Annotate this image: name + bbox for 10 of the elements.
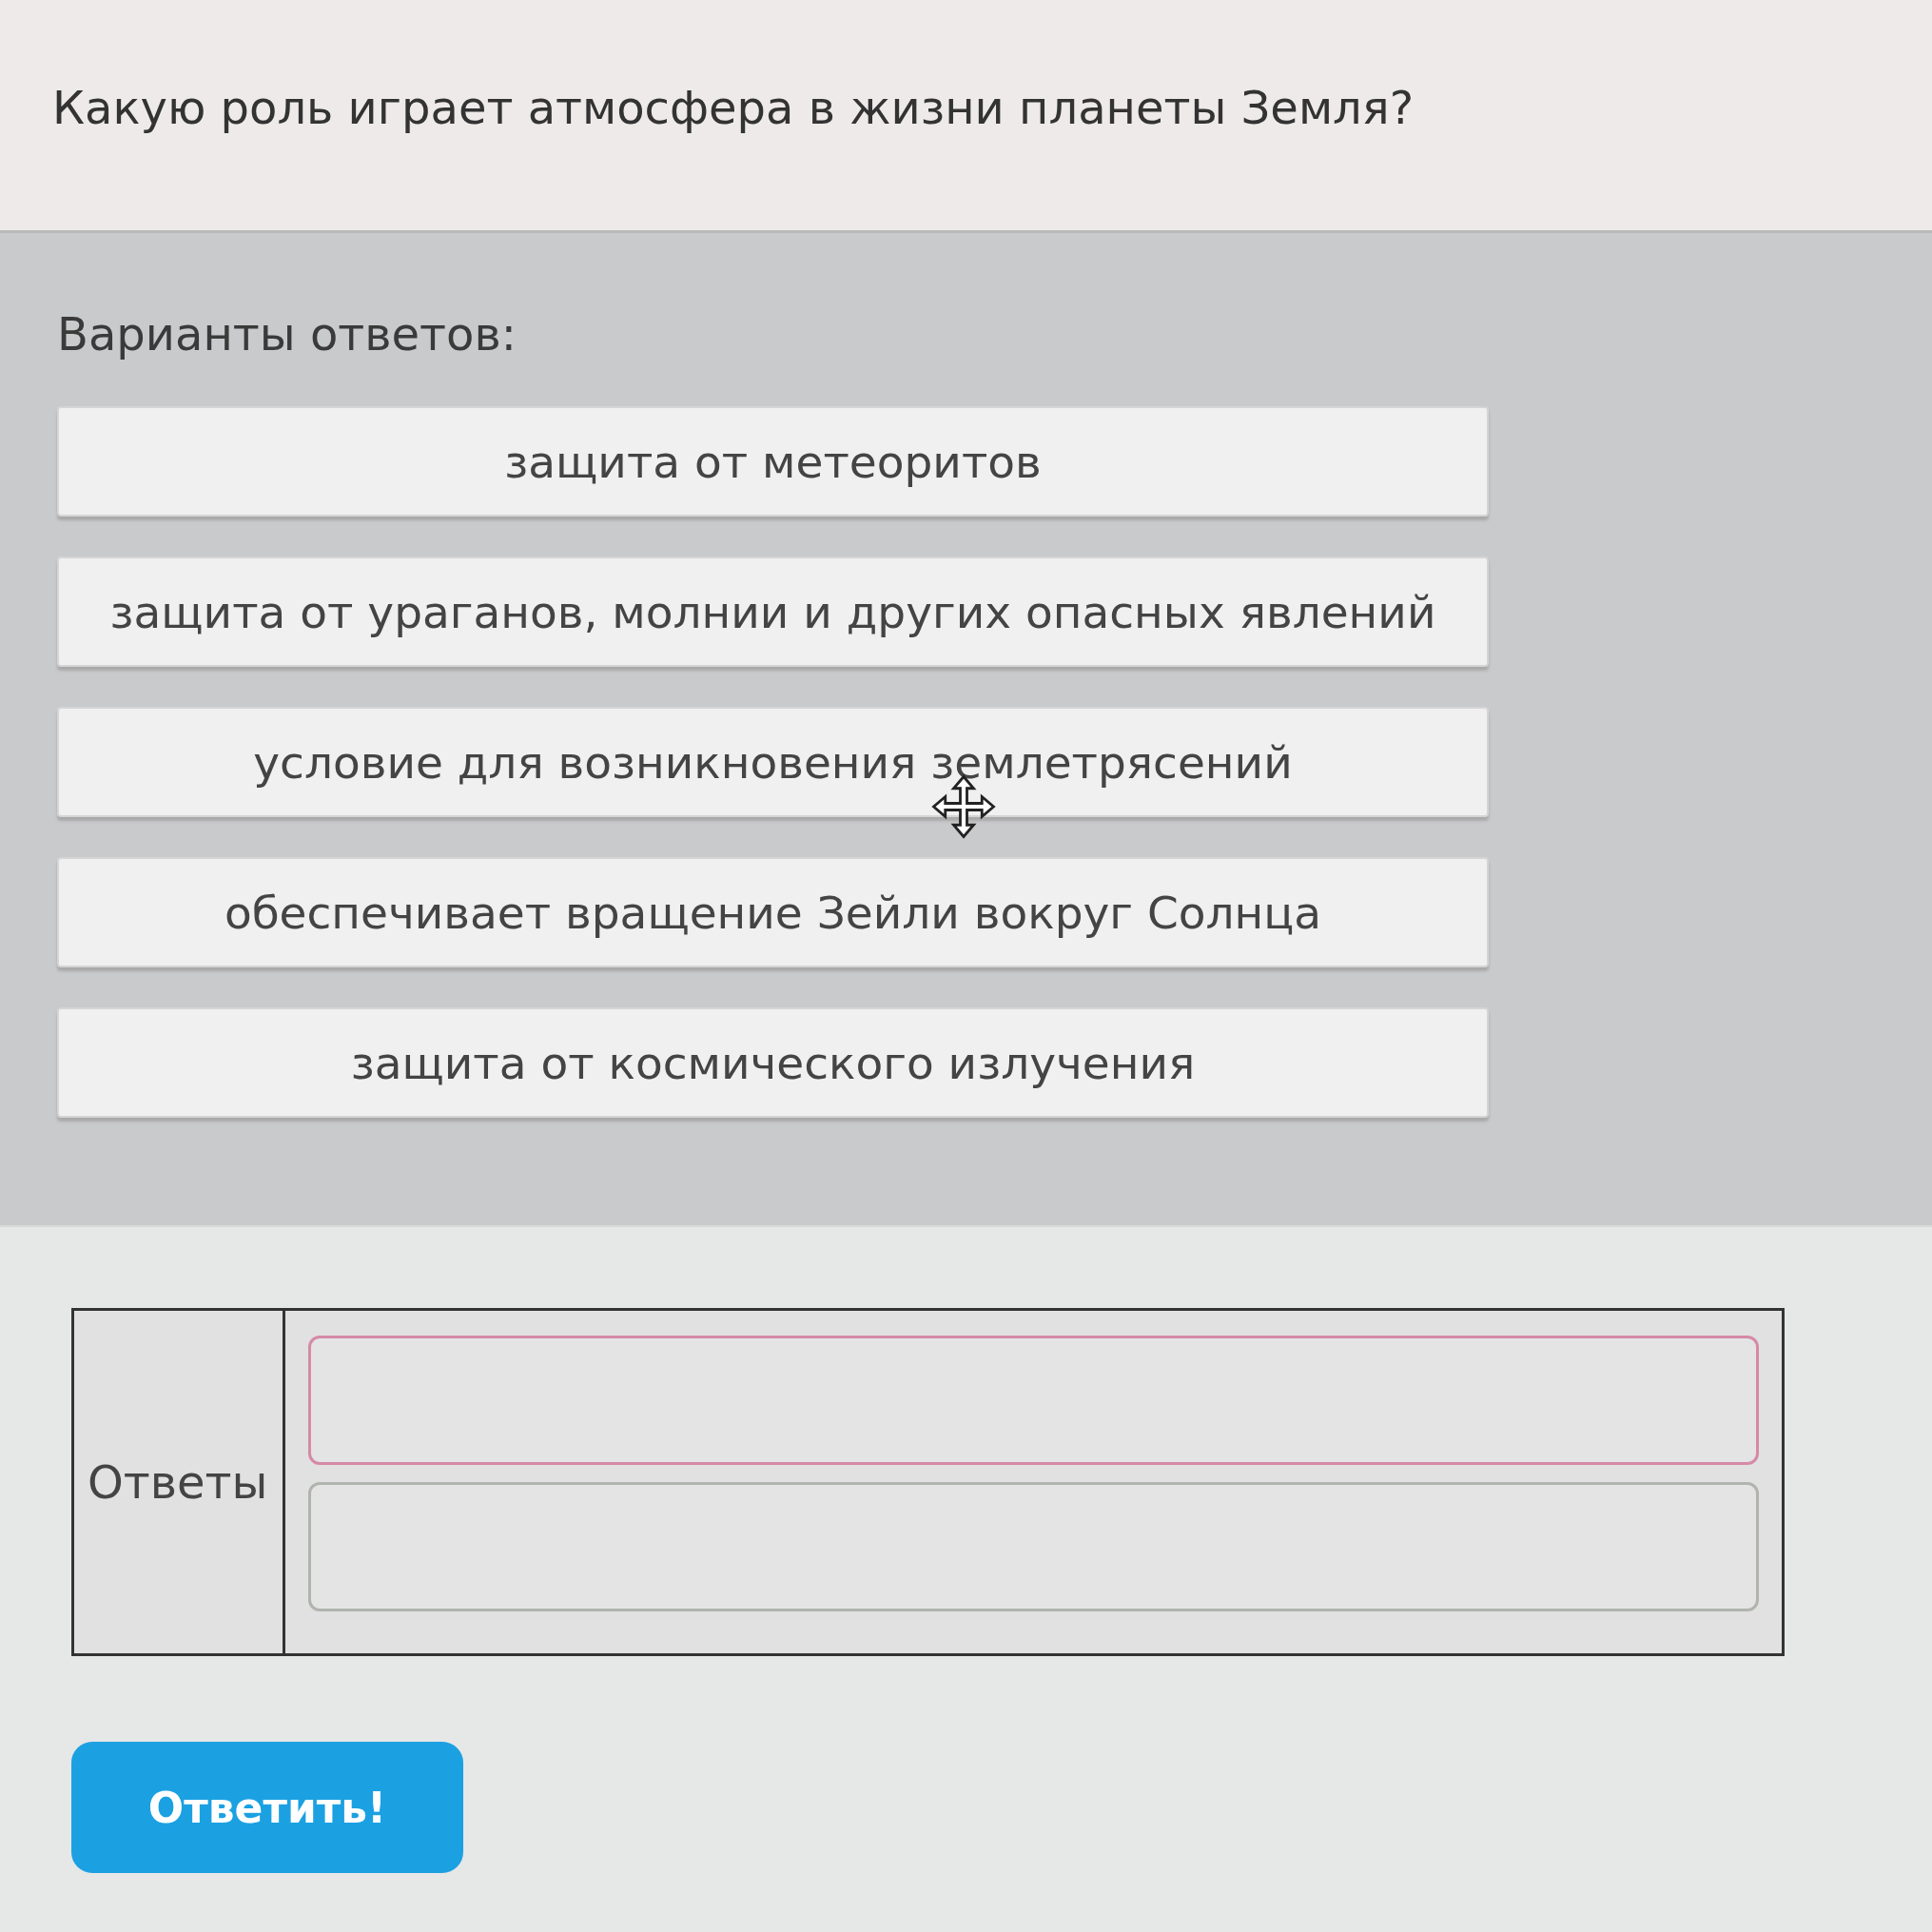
options-heading: Варианты ответов: (57, 307, 517, 361)
answer-option[interactable]: защита от ураганов, молнии и других опасных явлений (57, 556, 1489, 667)
answer-option[interactable]: защита от космического излучения (57, 1007, 1489, 1118)
answer-option[interactable]: защита от метеоритов (57, 406, 1489, 517)
answers-label: Ответы (88, 1455, 268, 1509)
answer-option[interactable]: обеспечивает вращение Зейли вокруг Солнца (57, 857, 1489, 967)
answer-drop-field[interactable] (308, 1336, 1759, 1465)
question-text: Какую роль играет атмосфера в жизни планеты Земля? (52, 81, 1415, 134)
answer-option[interactable]: условие для возникновения землетрясений (57, 707, 1489, 817)
answer-drop-field[interactable] (308, 1482, 1759, 1611)
